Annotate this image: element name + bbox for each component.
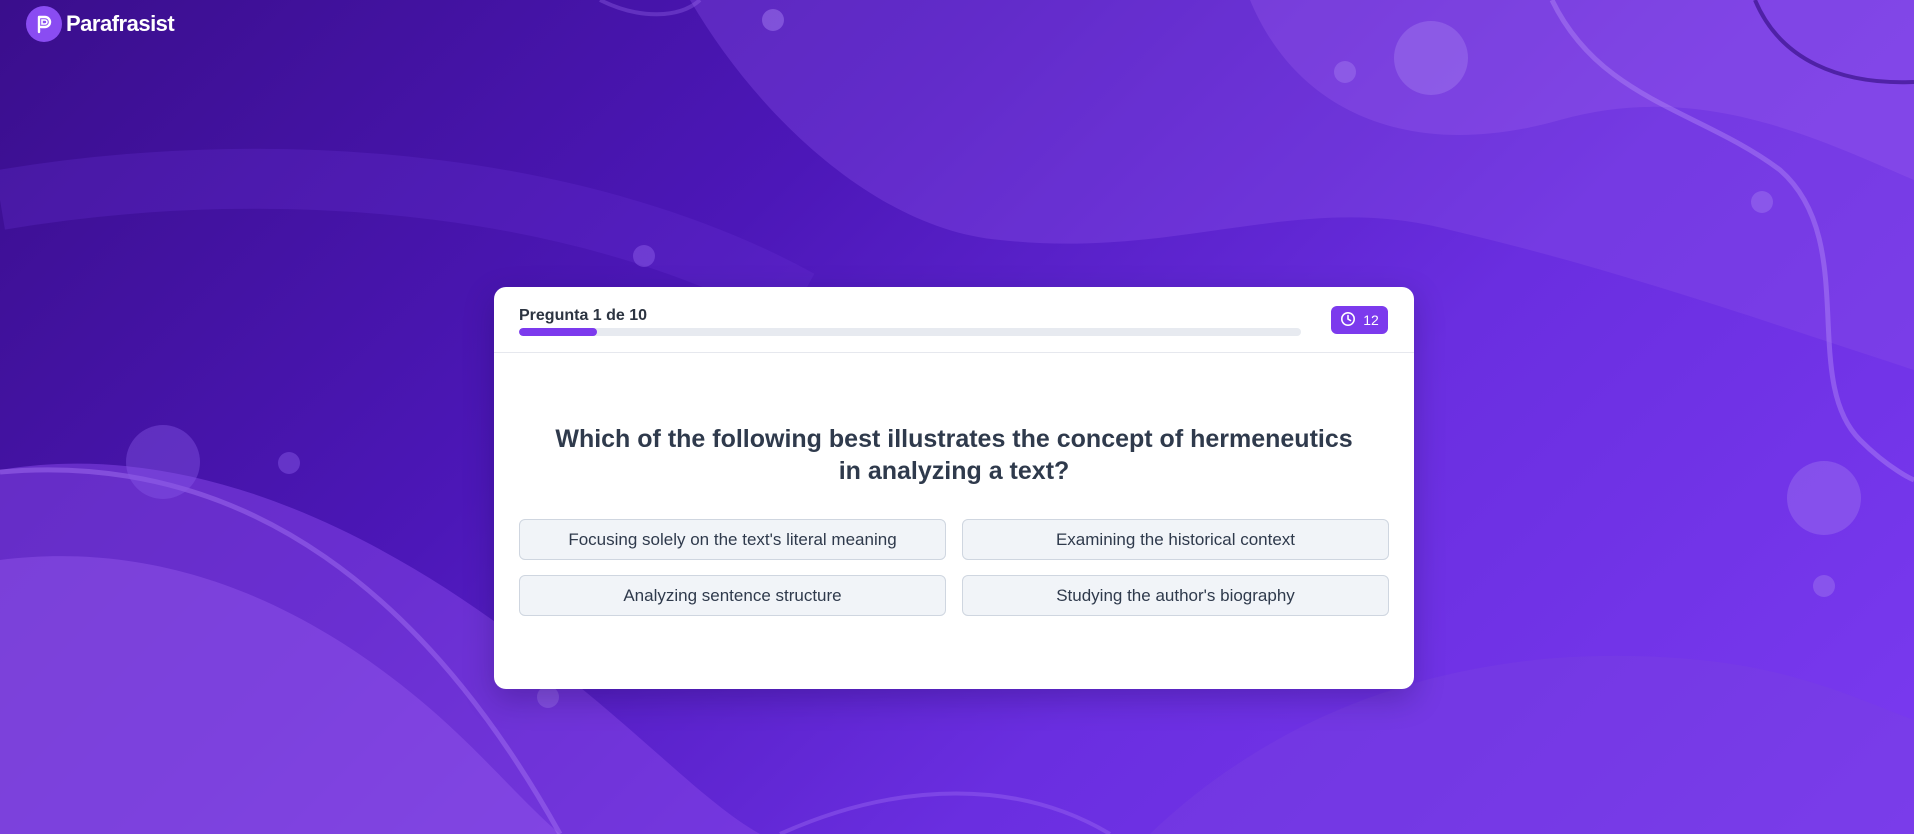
progress-bar-fill	[519, 328, 598, 336]
quiz-card: Pregunta 1 de 10 12 Which of the followi…	[494, 287, 1414, 689]
brand-name: Parafrasist	[66, 11, 175, 36]
brand-logo[interactable]: Parafrasist	[26, 6, 175, 42]
timer-value: 12	[1363, 312, 1379, 328]
answer-option-3[interactable]: Analyzing sentence structure	[519, 575, 946, 616]
timer-badge: 12	[1331, 306, 1388, 334]
progress-bar	[519, 328, 1301, 336]
quiz-header: Pregunta 1 de 10 12	[494, 287, 1414, 353]
question-progress-label: Pregunta 1 de 10	[519, 307, 648, 324]
question-text: Which of the following best illustrates …	[555, 425, 1353, 485]
answer-option-1[interactable]: Focusing solely on the text's literal me…	[519, 519, 946, 560]
clock-icon	[1340, 311, 1356, 330]
answer-option-4[interactable]: Studying the author's biography	[962, 575, 1389, 616]
parafrasist-logo-icon	[26, 6, 62, 42]
answer-option-2[interactable]: Examining the historical context	[962, 519, 1389, 560]
